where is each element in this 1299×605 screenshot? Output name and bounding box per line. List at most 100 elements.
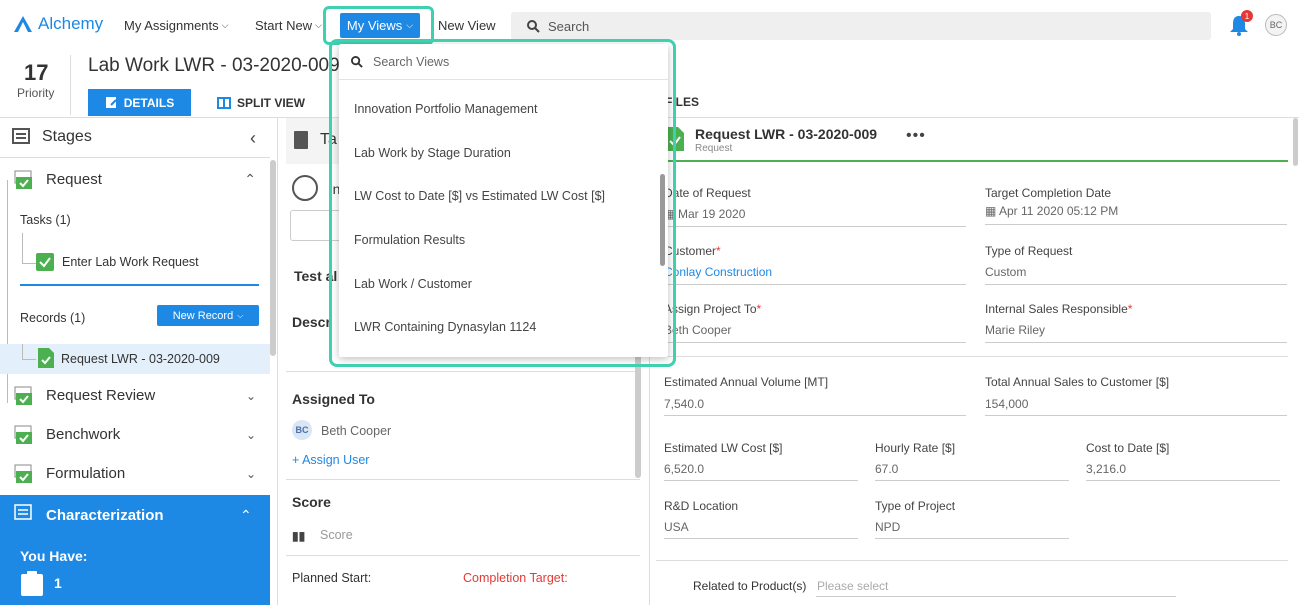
stage-characterization[interactable]: Characterization ⌃ You Have: 1 xyxy=(0,495,270,605)
chevron-up-icon[interactable]: ⌃ xyxy=(240,507,252,524)
tree-line xyxy=(22,233,23,263)
records-count: Records (1) xyxy=(20,311,86,325)
target-completion-label: Target Completion Date xyxy=(985,186,1112,200)
assignee-avatar: BC xyxy=(292,420,312,440)
divider xyxy=(286,371,640,372)
required-mark: * xyxy=(756,302,762,316)
stage-request-review[interactable]: Request Review ⌄ xyxy=(0,376,270,415)
chevron-down-icon[interactable]: ⌄ xyxy=(246,389,256,403)
tab-split-view[interactable]: SPLIT VIEW xyxy=(217,89,305,116)
field-underline xyxy=(1086,480,1280,481)
target-completion-value[interactable]: Apr 11 2020 05:12 PM xyxy=(999,204,1118,218)
user-avatar[interactable]: BC xyxy=(1265,14,1287,36)
chevron-up-icon[interactable]: ⌃ xyxy=(244,171,256,188)
alchemy-logo-icon xyxy=(14,16,32,32)
field-underline xyxy=(985,342,1287,343)
field-underline xyxy=(664,284,966,285)
related-products-label: Related to Product(s) xyxy=(693,579,807,593)
header-divider xyxy=(70,55,71,115)
collapse-panel-icon[interactable]: ‹ xyxy=(250,128,256,149)
field-underline xyxy=(664,342,966,343)
assignee-name: Beth Cooper xyxy=(321,424,392,438)
internal-sales-value[interactable]: Marie Riley xyxy=(985,323,1045,337)
search-placeholder: Search xyxy=(548,18,590,34)
field-underline xyxy=(985,224,1287,225)
chevron-down-icon[interactable]: ⌄ xyxy=(246,467,256,481)
tree-line xyxy=(22,359,36,360)
tree-line xyxy=(22,263,36,264)
assign-project-label-text: Assign Project To xyxy=(664,302,757,316)
start-new-menu[interactable]: Start New ⌵ xyxy=(255,18,322,33)
task-progress-bar xyxy=(20,284,259,286)
field-underline xyxy=(875,480,1069,481)
split-view-icon xyxy=(217,96,231,109)
new-record-label: New Record xyxy=(172,309,234,322)
rd-location-value[interactable]: USA xyxy=(664,520,689,534)
score-icon: ▮▮ xyxy=(292,529,306,543)
annual-volume-label: Estimated Annual Volume [MT] xyxy=(664,375,829,389)
type-project-value[interactable]: NPD xyxy=(875,520,900,534)
field-underline xyxy=(664,538,858,539)
planned-start-label: Planned Start: xyxy=(292,571,372,585)
divider xyxy=(286,479,640,480)
tab-details[interactable]: DETAILS xyxy=(88,89,191,116)
cost-to-date-label: Cost to Date [$] xyxy=(1086,441,1170,455)
type-of-request-value[interactable]: Custom xyxy=(985,265,1026,279)
customer-value[interactable]: Conlay Construction xyxy=(664,265,772,279)
field-underline xyxy=(875,538,1069,539)
global-search[interactable]: Search xyxy=(511,12,1211,40)
stage-complete-icon xyxy=(14,170,32,189)
stage-characterization-label: Characterization xyxy=(46,507,164,524)
new-view-link[interactable]: New View xyxy=(438,18,496,33)
required-mark: * xyxy=(716,244,721,258)
date-of-request-value[interactable]: Mar 19 2020 xyxy=(678,207,745,221)
related-products-select[interactable]: Please select xyxy=(817,579,888,593)
field-underline xyxy=(985,284,1287,285)
record-scrollbar[interactable] xyxy=(1293,118,1298,166)
stage-formulation[interactable]: Formulation ⌄ xyxy=(0,454,270,493)
record-subtitle: Request xyxy=(695,143,733,154)
start-new-label: Start New xyxy=(255,18,313,33)
stage-request[interactable]: Request ⌃ xyxy=(0,160,270,199)
chevron-down-icon: ⌵ xyxy=(237,310,244,320)
stage-complete-icon xyxy=(14,464,32,483)
field-underline xyxy=(664,226,966,227)
stage-benchwork[interactable]: Benchwork ⌄ xyxy=(0,415,270,454)
stage-complete-icon xyxy=(14,425,32,444)
stage-formulation-label: Formulation xyxy=(46,465,126,482)
section-divider xyxy=(656,560,1288,561)
record-status-bar xyxy=(656,160,1288,162)
stage-current-icon xyxy=(14,504,32,520)
stages-heading: Stages xyxy=(42,128,92,145)
brand-name: Alchemy xyxy=(38,14,104,33)
complete-task-radio[interactable] xyxy=(292,175,318,201)
field-underline xyxy=(816,596,1176,597)
completion-target-label: Completion Target: xyxy=(463,571,568,585)
record-item[interactable]: Request LWR - 03-2020-009 xyxy=(0,344,270,374)
more-options-icon[interactable]: ••• xyxy=(906,127,926,145)
cost-to-date-value[interactable]: 3,216.0 xyxy=(1086,462,1126,476)
internal-sales-label: Internal Sales Responsible* xyxy=(985,302,1132,316)
brand-logo[interactable]: Alchemy xyxy=(14,14,103,34)
hourly-rate-value[interactable]: 67.0 xyxy=(875,462,898,476)
stages-scrollbar[interactable] xyxy=(270,160,276,356)
score-placeholder[interactable]: Score xyxy=(320,528,353,542)
record-item-label: Request LWR - 03-2020-009 xyxy=(61,352,220,366)
task-item[interactable]: Enter Lab Work Request xyxy=(36,253,199,271)
chevron-down-icon: ⌵ xyxy=(406,20,414,30)
chevron-down-icon[interactable]: ⌄ xyxy=(246,428,256,442)
annual-volume-value[interactable]: 7,540.0 xyxy=(664,397,704,411)
est-cost-value[interactable]: 6,520.0 xyxy=(664,462,704,476)
tab-details-label: DETAILS xyxy=(123,95,175,110)
my-assignments-menu[interactable]: My Assignments ⌵ xyxy=(124,18,228,33)
assign-user-link[interactable]: + Assign User xyxy=(292,453,369,467)
my-views-button[interactable]: My Views ⌵ xyxy=(340,13,420,38)
total-sales-value[interactable]: 154,000 xyxy=(985,397,1028,411)
priority-value: 17 xyxy=(24,60,49,85)
search-icon xyxy=(527,19,540,33)
rd-location-label: R&D Location xyxy=(664,499,739,513)
section-divider xyxy=(656,356,1288,357)
tab-split-view-label: SPLIT VIEW xyxy=(237,95,306,110)
new-record-button[interactable]: New Record ⌵ xyxy=(157,305,259,326)
you-have-label: You Have: xyxy=(20,548,88,564)
